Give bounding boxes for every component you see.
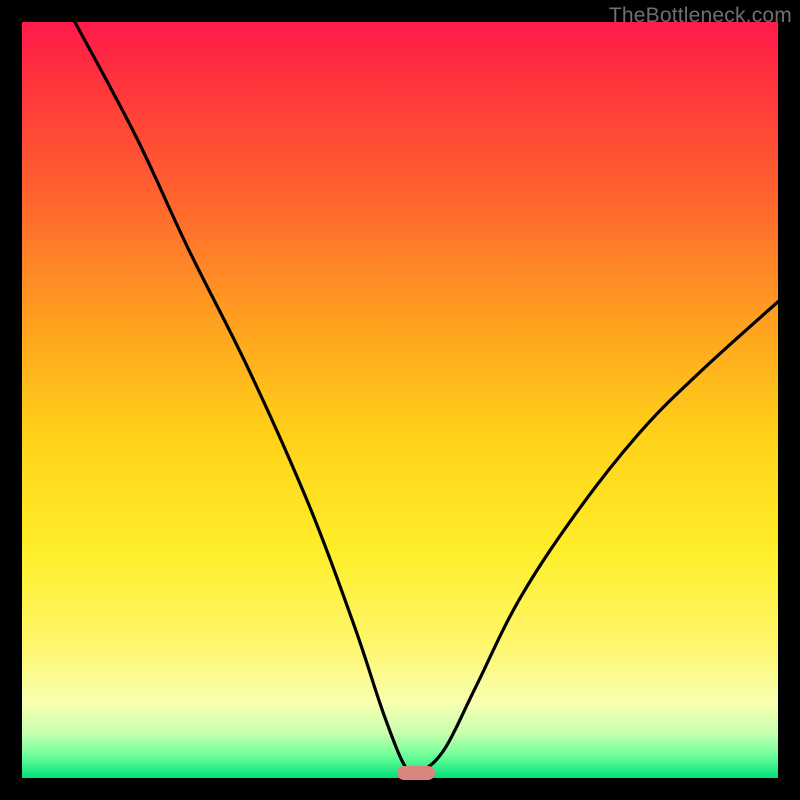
bottleneck-marker [397,766,435,780]
chart-container: TheBottleneck.com [0,0,800,800]
plot-area [22,22,778,778]
bottleneck-curve [22,22,778,778]
